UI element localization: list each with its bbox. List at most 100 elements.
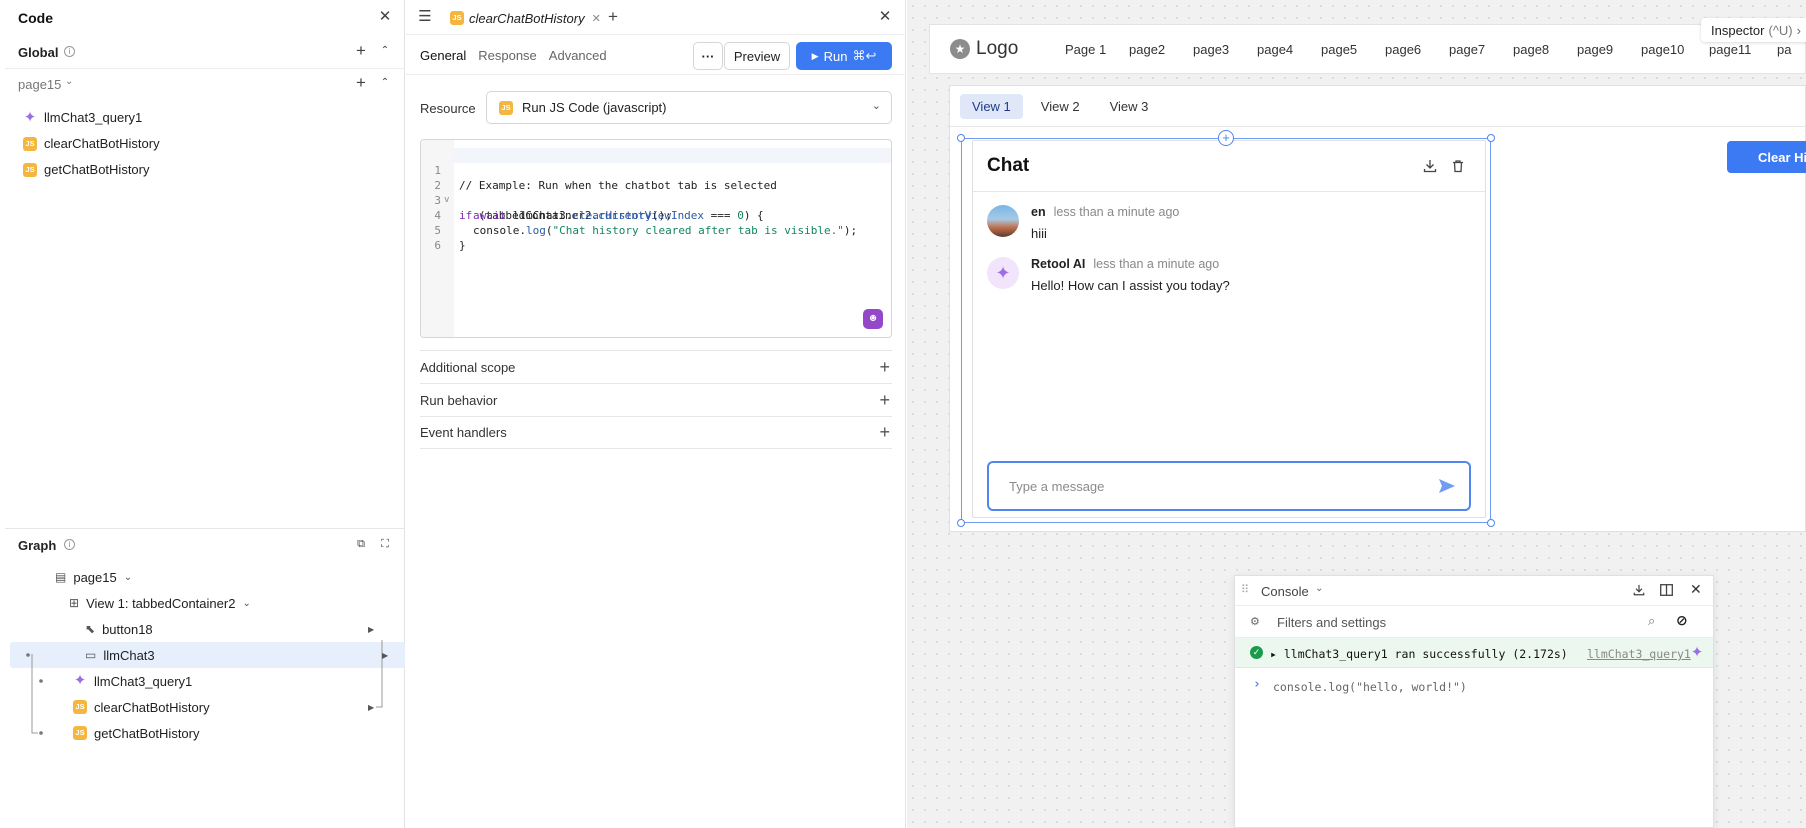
nav-link[interactable]: page9 bbox=[1577, 42, 1641, 57]
nav-link[interactable]: page3 bbox=[1193, 42, 1257, 57]
expand-collapse-icon[interactable]: ⌃ bbox=[376, 75, 394, 93]
download-icon[interactable] bbox=[1633, 584, 1645, 596]
js-icon: JS bbox=[450, 11, 464, 25]
resize-handle[interactable] bbox=[957, 134, 965, 142]
inspector-shortcut: (^U) bbox=[1768, 22, 1793, 38]
close-icon[interactable]: ✕ bbox=[876, 9, 894, 27]
close-icon[interactable]: ✕ bbox=[376, 9, 394, 27]
tree-node-query[interactable]: JS getChatBotHistory bbox=[73, 720, 200, 746]
nav-link[interactable]: page7 bbox=[1449, 42, 1513, 57]
preview-button[interactable]: Preview bbox=[724, 42, 790, 70]
resource-value: Run JS Code (javascript) bbox=[522, 100, 667, 115]
expand-collapse-icon[interactable]: ⌃ bbox=[376, 43, 394, 61]
tab-view-3[interactable]: View 3 bbox=[1098, 94, 1161, 119]
chevron-down-icon[interactable]: ⌄ bbox=[1315, 583, 1323, 594]
expand-arrow-icon[interactable]: ▶ bbox=[368, 625, 374, 634]
console-title[interactable]: Console bbox=[1261, 584, 1309, 599]
tree-node-label: page15 bbox=[73, 569, 117, 585]
tree-node-container[interactable]: ⊞ View 1: tabbedContainer2 ⌄ bbox=[69, 590, 251, 616]
sparkle-icon: ✦ bbox=[1690, 644, 1704, 661]
tree-node-button[interactable]: ⬉ button18 bbox=[85, 616, 153, 642]
editor-tab[interactable]: JS clearChatBotHistory ✕ bbox=[446, 8, 605, 28]
plus-icon[interactable]: + bbox=[879, 357, 890, 378]
ai-assist-icon[interactable]: ☻ bbox=[863, 309, 883, 329]
query-item[interactable]: ✦ llmChat3_query1 bbox=[23, 108, 143, 126]
tree-node-page[interactable]: ▤ page15 ⌄ bbox=[55, 564, 132, 590]
split-view-icon[interactable] bbox=[1660, 584, 1673, 596]
close-tab-icon[interactable]: ✕ bbox=[592, 12, 601, 25]
code-editor[interactable]: 1 // Example: Run when the chatbot tab i… bbox=[420, 139, 892, 338]
tab-general[interactable]: General bbox=[420, 48, 466, 63]
global-section-label[interactable]: Global bbox=[18, 45, 58, 60]
page-section-label[interactable]: page15 bbox=[18, 77, 61, 92]
event-handlers-row[interactable]: Event handlers + bbox=[420, 416, 892, 449]
expand-arrow-icon[interactable]: ▶ bbox=[382, 651, 388, 660]
sparkle-icon: ✦ bbox=[23, 108, 37, 126]
tab-advanced[interactable]: Advanced bbox=[549, 48, 607, 63]
filter-settings-icon: ⚙ bbox=[1250, 616, 1260, 628]
app-logo[interactable]: ★ Logo bbox=[950, 38, 1018, 60]
query-item[interactable]: JS getChatBotHistory bbox=[23, 162, 150, 177]
nav-link[interactable]: page2 bbox=[1129, 42, 1193, 57]
nav-link[interactable]: page8 bbox=[1513, 42, 1577, 57]
tree-node-chat[interactable]: ▭ llmChat3 bbox=[85, 642, 155, 668]
search-icon[interactable]: ⌕ bbox=[1648, 613, 1655, 629]
nav-link[interactable]: Page 1 bbox=[1065, 42, 1129, 57]
tabbed-container[interactable]: View 1 View 2 View 3 Chat en less than a… bbox=[949, 85, 1806, 532]
run-behavior-row[interactable]: Run behavior + bbox=[420, 383, 892, 416]
close-icon[interactable]: ✕ bbox=[1690, 581, 1702, 598]
more-options-button[interactable]: ··· bbox=[693, 42, 723, 70]
tab-view-2[interactable]: View 2 bbox=[1029, 94, 1092, 119]
resize-handle[interactable] bbox=[1487, 134, 1495, 142]
resize-handle[interactable] bbox=[1487, 519, 1495, 527]
console-log-success[interactable]: ✓ ▸ llmChat3_query1 ran successfully (2.… bbox=[1235, 638, 1713, 668]
query-name: clearChatBotHistory bbox=[44, 136, 160, 151]
clear-history-button[interactable]: Clear His bbox=[1727, 141, 1806, 173]
page-navigation: Page 1 page2 page3 page4 page5 page6 pag… bbox=[1065, 42, 1797, 57]
nav-link[interactable]: page11 bbox=[1709, 42, 1777, 57]
chevron-down-icon[interactable]: ⌄ bbox=[242, 598, 250, 609]
chevron-down-icon[interactable]: ⌄ bbox=[65, 76, 73, 87]
logo-text: Logo bbox=[976, 38, 1019, 59]
log-message: ▸ llmChat3_query1 ran successfully (2.17… bbox=[1270, 647, 1568, 661]
js-icon: JS bbox=[23, 136, 37, 151]
resize-handle[interactable] bbox=[957, 519, 965, 527]
nav-link[interactable]: page6 bbox=[1385, 42, 1449, 57]
graph-connectors bbox=[26, 640, 383, 735]
console-panel: ⠿ Console ⌄ ✕ ⚙ Filters and settings ⌕ ⊘… bbox=[1234, 575, 1714, 828]
plus-icon[interactable]: + bbox=[879, 390, 890, 411]
console-input[interactable]: console.log("hello, world!") bbox=[1273, 680, 1467, 694]
additional-scope-row[interactable]: Additional scope + bbox=[420, 350, 892, 383]
chevron-down-icon[interactable]: ⌄ bbox=[124, 572, 132, 583]
console-filter[interactable]: ⚙ Filters and settings ⌕ ⊘ bbox=[1235, 606, 1713, 638]
divider bbox=[950, 126, 1805, 127]
add-icon[interactable]: + bbox=[352, 74, 370, 93]
resource-select[interactable]: JS Run JS Code (javascript) ⌄ bbox=[486, 91, 892, 124]
line-number: 6 bbox=[434, 239, 441, 252]
query-item[interactable]: JS clearChatBotHistory bbox=[23, 136, 160, 151]
info-icon: i bbox=[64, 539, 75, 550]
tab-response[interactable]: Response bbox=[478, 48, 537, 63]
add-tab-icon[interactable]: + bbox=[604, 8, 622, 27]
lock-icon[interactable]: ⛶ bbox=[376, 536, 394, 554]
run-button[interactable]: ▶ Run ⌘↩ bbox=[796, 42, 892, 70]
nav-link[interactable]: page5 bbox=[1321, 42, 1385, 57]
clear-console-icon[interactable]: ⊘ bbox=[1676, 612, 1688, 629]
cursor-click-icon: ⬉ bbox=[85, 622, 96, 636]
inspector-toggle[interactable]: Inspector (^U) › bbox=[1701, 18, 1806, 42]
tab-view-1[interactable]: View 1 bbox=[960, 94, 1023, 119]
plus-icon[interactable]: + bbox=[879, 422, 890, 443]
nav-link[interactable]: pa bbox=[1777, 42, 1797, 57]
nav-link[interactable]: page4 bbox=[1257, 42, 1321, 57]
tree-node-query[interactable]: JS clearChatBotHistory bbox=[73, 694, 210, 720]
log-source-link[interactable]: llmChat3_query1 bbox=[1587, 647, 1691, 661]
divider bbox=[406, 34, 906, 35]
drag-handle-icon[interactable]: ⠿ bbox=[1241, 583, 1249, 596]
comment-icon[interactable]: ⧉ bbox=[352, 536, 370, 554]
add-above-handle[interactable]: + bbox=[1218, 130, 1234, 146]
expand-arrow-icon[interactable]: ▶ bbox=[368, 703, 374, 712]
tree-node-query[interactable]: ✦ llmChat3_query1 bbox=[73, 668, 193, 694]
add-icon[interactable]: + bbox=[352, 42, 370, 61]
nav-link[interactable]: page10 bbox=[1641, 42, 1709, 57]
menu-icon[interactable]: ☰ bbox=[416, 9, 434, 27]
